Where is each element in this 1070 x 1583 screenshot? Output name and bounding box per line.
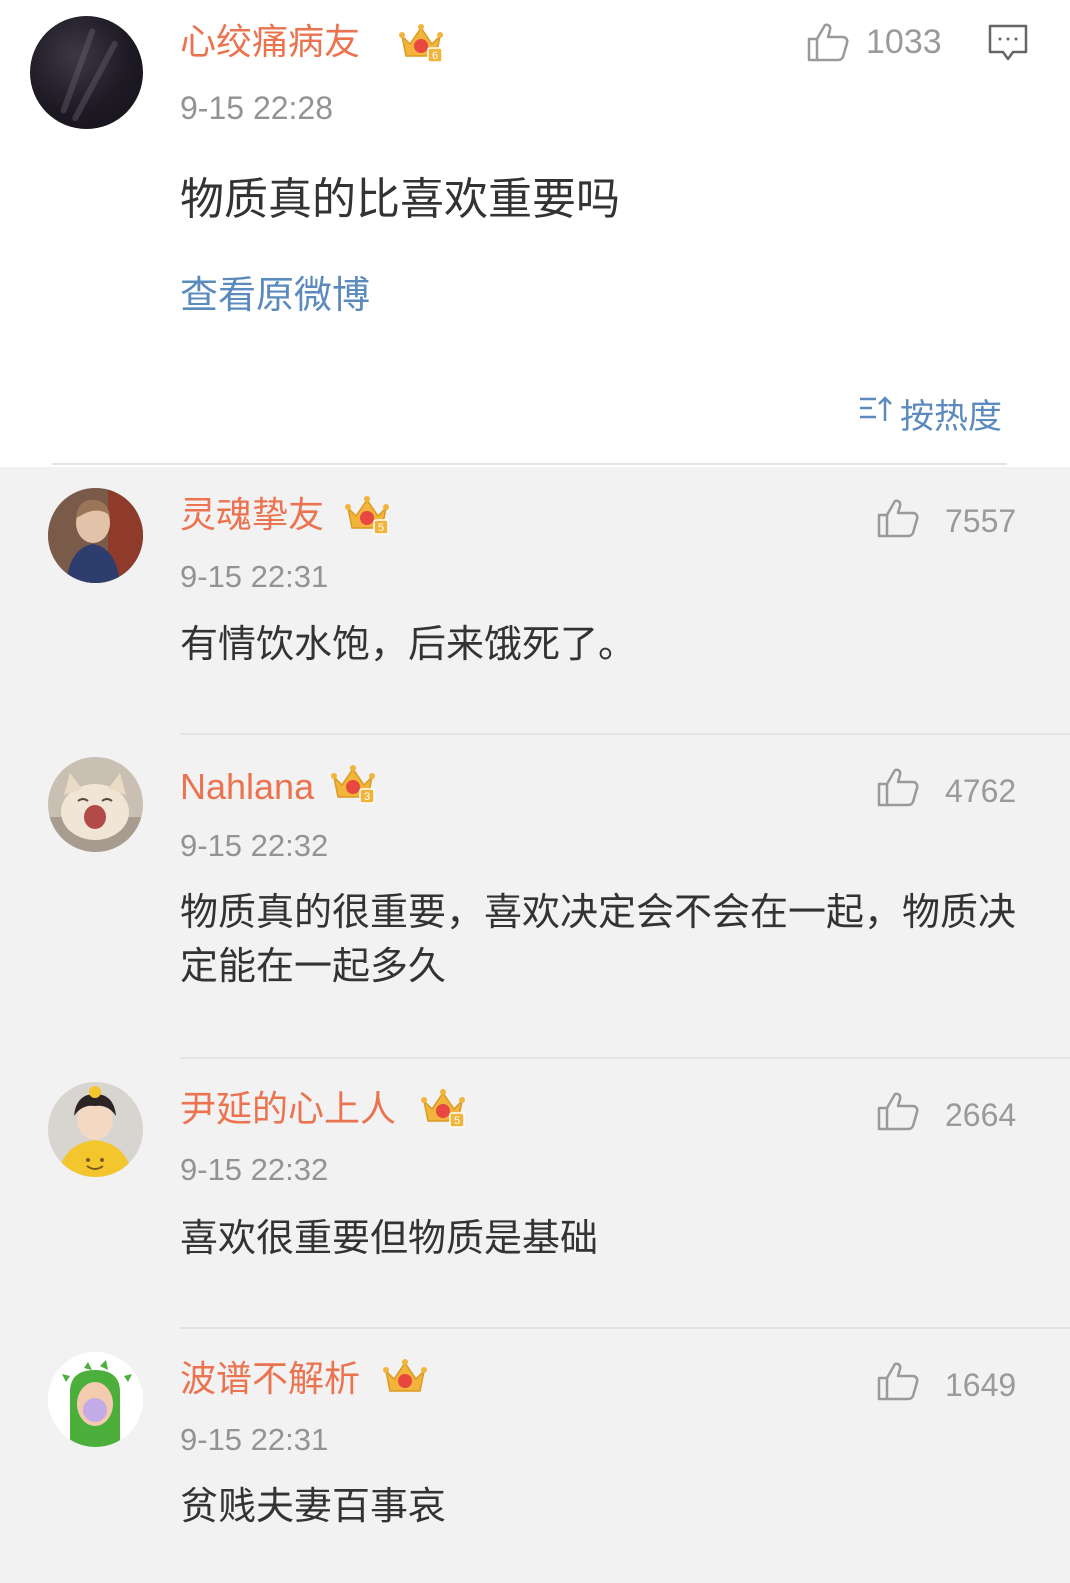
sort-label: 按热度: [900, 396, 1002, 437]
sort-by-hot-button[interactable]: 按热度: [858, 390, 1002, 437]
like-count: 2664: [945, 1097, 1017, 1133]
comment-text: 有情饮水饱，后来饿死了。: [180, 622, 637, 666]
commenter-avatar[interactable]: [48, 488, 143, 583]
post-like-count: 1033: [866, 23, 942, 61]
like-icon[interactable]: [876, 1090, 920, 1136]
divider: [180, 733, 1070, 735]
vip-crown-icon: 5: [420, 1087, 466, 1133]
commenter-avatar[interactable]: [48, 1352, 143, 1447]
comment-time: 9-15 22:31: [180, 559, 329, 594]
vip-crown-icon: [382, 1357, 428, 1403]
divider: [180, 1327, 1070, 1329]
divider: [180, 1057, 1070, 1059]
vip-crown-icon: 5: [344, 494, 390, 540]
post-text: 物质真的比喜欢重要吗: [180, 174, 620, 225]
commenter-avatar[interactable]: [48, 757, 143, 852]
comment-time: 9-15 22:32: [180, 828, 329, 863]
comment-text: 物质真的很重要，喜欢决定会不会在一起，物质决定能在一起多久: [180, 890, 1017, 988]
comment-text: 贫贱夫妻百事哀: [180, 1484, 447, 1528]
like-icon[interactable]: [806, 20, 850, 64]
svg-text:3: 3: [364, 791, 370, 803]
vip-crown-icon: 3: [330, 763, 376, 809]
comment-time: 9-15 22:32: [180, 1152, 329, 1187]
view-original-link[interactable]: 查看原微博: [180, 268, 370, 322]
like-count: 4762: [945, 773, 1017, 809]
svg-text:6: 6: [432, 50, 438, 62]
like-icon[interactable]: [876, 497, 920, 543]
commenter-name[interactable]: Nahlana: [180, 763, 314, 811]
like-count: 7557: [945, 503, 1017, 539]
vip-crown-icon: 6: [398, 22, 444, 68]
original-post: 心绞痛病友 6 9-15 22:28 1033 物质真的比喜欢重要吗 查看原微博: [0, 0, 1070, 467]
commenter-name[interactable]: 波谱不解析: [180, 1356, 360, 1404]
post-author-avatar[interactable]: [30, 16, 143, 129]
post-author-username[interactable]: 心绞痛病友: [180, 22, 360, 63]
commenter-name[interactable]: 尹延的心上人: [180, 1086, 396, 1134]
post-time: 9-15 22:28: [180, 90, 334, 126]
commenter-avatar[interactable]: [48, 1082, 143, 1177]
svg-text:5: 5: [378, 522, 384, 534]
commenter-name[interactable]: 灵魂挚友: [180, 492, 324, 540]
divider: [52, 463, 1007, 465]
comment-time: 9-15 22:31: [180, 1422, 329, 1457]
comment-text: 喜欢很重要但物质是基础: [180, 1216, 599, 1260]
post-author-name[interactable]: 心绞痛病友: [180, 18, 360, 68]
svg-text:5: 5: [454, 1115, 460, 1127]
like-icon[interactable]: [876, 1360, 920, 1406]
sort-icon: [858, 393, 894, 434]
comment-icon[interactable]: [987, 22, 1029, 68]
like-icon[interactable]: [876, 766, 920, 812]
like-count: 1649: [945, 1367, 1017, 1403]
